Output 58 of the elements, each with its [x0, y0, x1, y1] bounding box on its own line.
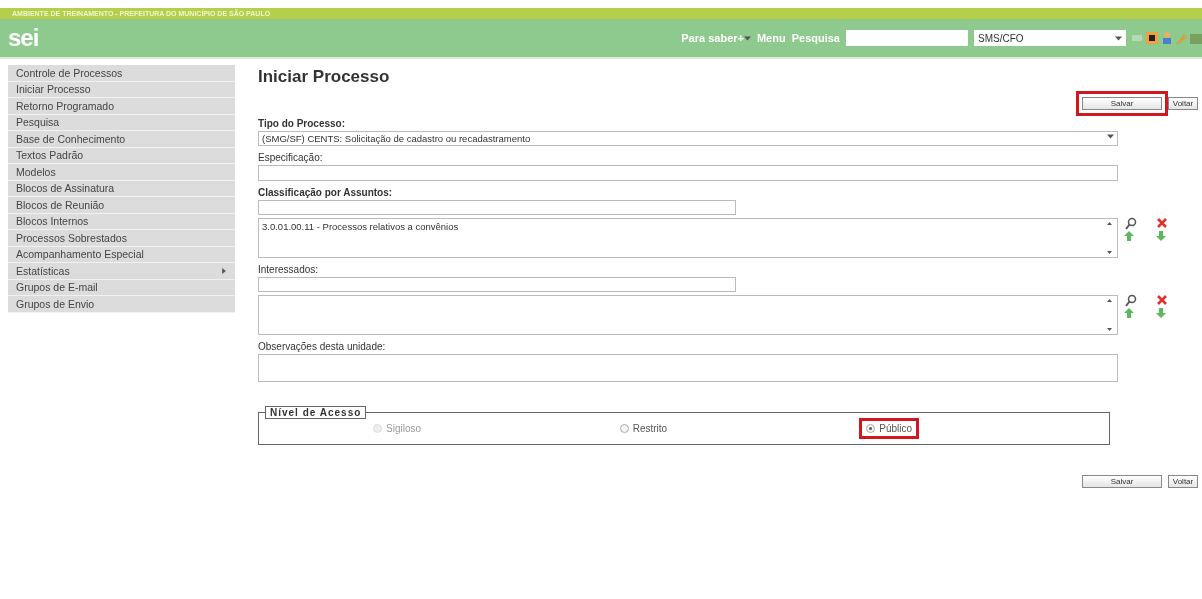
scrollbar[interactable]: [1104, 298, 1114, 332]
scrollbar[interactable]: [1104, 221, 1114, 255]
sidebar-item[interactable]: Iniciar Processo: [8, 81, 235, 98]
remove-icon[interactable]: [1156, 294, 1168, 306]
submenu-arrow-icon[interactable]: [221, 267, 227, 274]
sidebar-item[interactable]: Controle de Processos: [8, 65, 235, 82]
sidebar-item[interactable]: Textos Padrão: [8, 147, 235, 164]
process-type-select[interactable]: (SMG/SF) CENTS: Solicitação de cadastro ou recadastramento: [258, 131, 1118, 146]
caret-icon[interactable]: [1115, 34, 1122, 42]
radio-icon[interactable]: [866, 424, 876, 433]
sidebar-item[interactable]: Blocos de Reunião: [8, 197, 235, 214]
back-button[interactable]: Voltar: [1168, 475, 1198, 488]
sidebar-item[interactable]: Processos Sobrestados: [8, 230, 235, 247]
radio-option[interactable]: Público: [862, 421, 917, 436]
radio-option[interactable]: Restrito: [615, 421, 672, 436]
scroll-up-icon[interactable]: [1106, 298, 1112, 303]
unit-select[interactable]: SMS/CFO: [974, 30, 1126, 46]
field-label: Interessados:: [258, 264, 320, 275]
group-legend: Nível de Acesso: [265, 406, 367, 419]
input-field[interactable]: [258, 165, 1118, 181]
input-field[interactable]: [258, 277, 736, 292]
scroll-down-icon[interactable]: [1106, 250, 1112, 255]
field-label: Especificação:: [258, 152, 324, 163]
sidebar-item[interactable]: Base de Conhecimento: [8, 131, 235, 148]
sidebar-item[interactable]: Blocos Internos: [8, 213, 235, 230]
sidebar-item[interactable]: Acompanhamento Especial: [8, 246, 235, 263]
sidebar-item[interactable]: Grupos de E-mail: [8, 279, 235, 296]
scroll-up-icon[interactable]: [1106, 221, 1112, 226]
back-button[interactable]: Voltar: [1168, 97, 1198, 110]
caret-icon[interactable]: [1107, 133, 1114, 140]
search-field[interactable]: [846, 30, 968, 46]
sidebar-item[interactable]: Retorno Programado: [8, 98, 235, 115]
field-label: Observações desta unidade:: [258, 341, 387, 352]
list-field[interactable]: 3.0.01.00.11 - Processos relativos a convênios: [258, 218, 1118, 258]
input-field[interactable]: [258, 200, 736, 215]
save-button[interactable]: Salvar: [1082, 475, 1162, 488]
sidebar-item[interactable]: Blocos de Assinatura: [8, 180, 235, 197]
list-entry[interactable]: 3.0.01.00.11 - Processos relativos a convênios: [262, 221, 459, 232]
list-field[interactable]: [258, 295, 1118, 335]
remove-icon[interactable]: [1156, 217, 1168, 229]
radio-icon[interactable]: [619, 424, 629, 433]
up-arrow-icon[interactable]: [1124, 231, 1134, 241]
field-label: Classificação por Assuntos:: [258, 187, 394, 198]
field-label: Tipo do Processo:: [258, 118, 347, 129]
down-arrow-icon[interactable]: [1156, 231, 1166, 241]
page-title: Iniciar Processo: [258, 67, 391, 87]
search-icon[interactable]: [1124, 294, 1138, 308]
sidebar-item[interactable]: Pesquisa: [8, 114, 235, 131]
search-icon[interactable]: [1124, 217, 1138, 231]
scroll-down-icon[interactable]: [1106, 327, 1112, 332]
sidebar-item[interactable]: Modelos: [8, 164, 235, 181]
down-arrow-icon[interactable]: [1156, 308, 1166, 318]
sidebar-item[interactable]: Estatísticas: [8, 263, 235, 280]
sidebar-item[interactable]: Grupos de Envio: [8, 296, 235, 313]
caret-icon[interactable]: [743, 35, 751, 42]
toolbar-icons-drawing[interactable]: [1132, 31, 1202, 45]
notes-field[interactable]: [258, 354, 1118, 382]
up-arrow-icon[interactable]: [1124, 308, 1134, 318]
